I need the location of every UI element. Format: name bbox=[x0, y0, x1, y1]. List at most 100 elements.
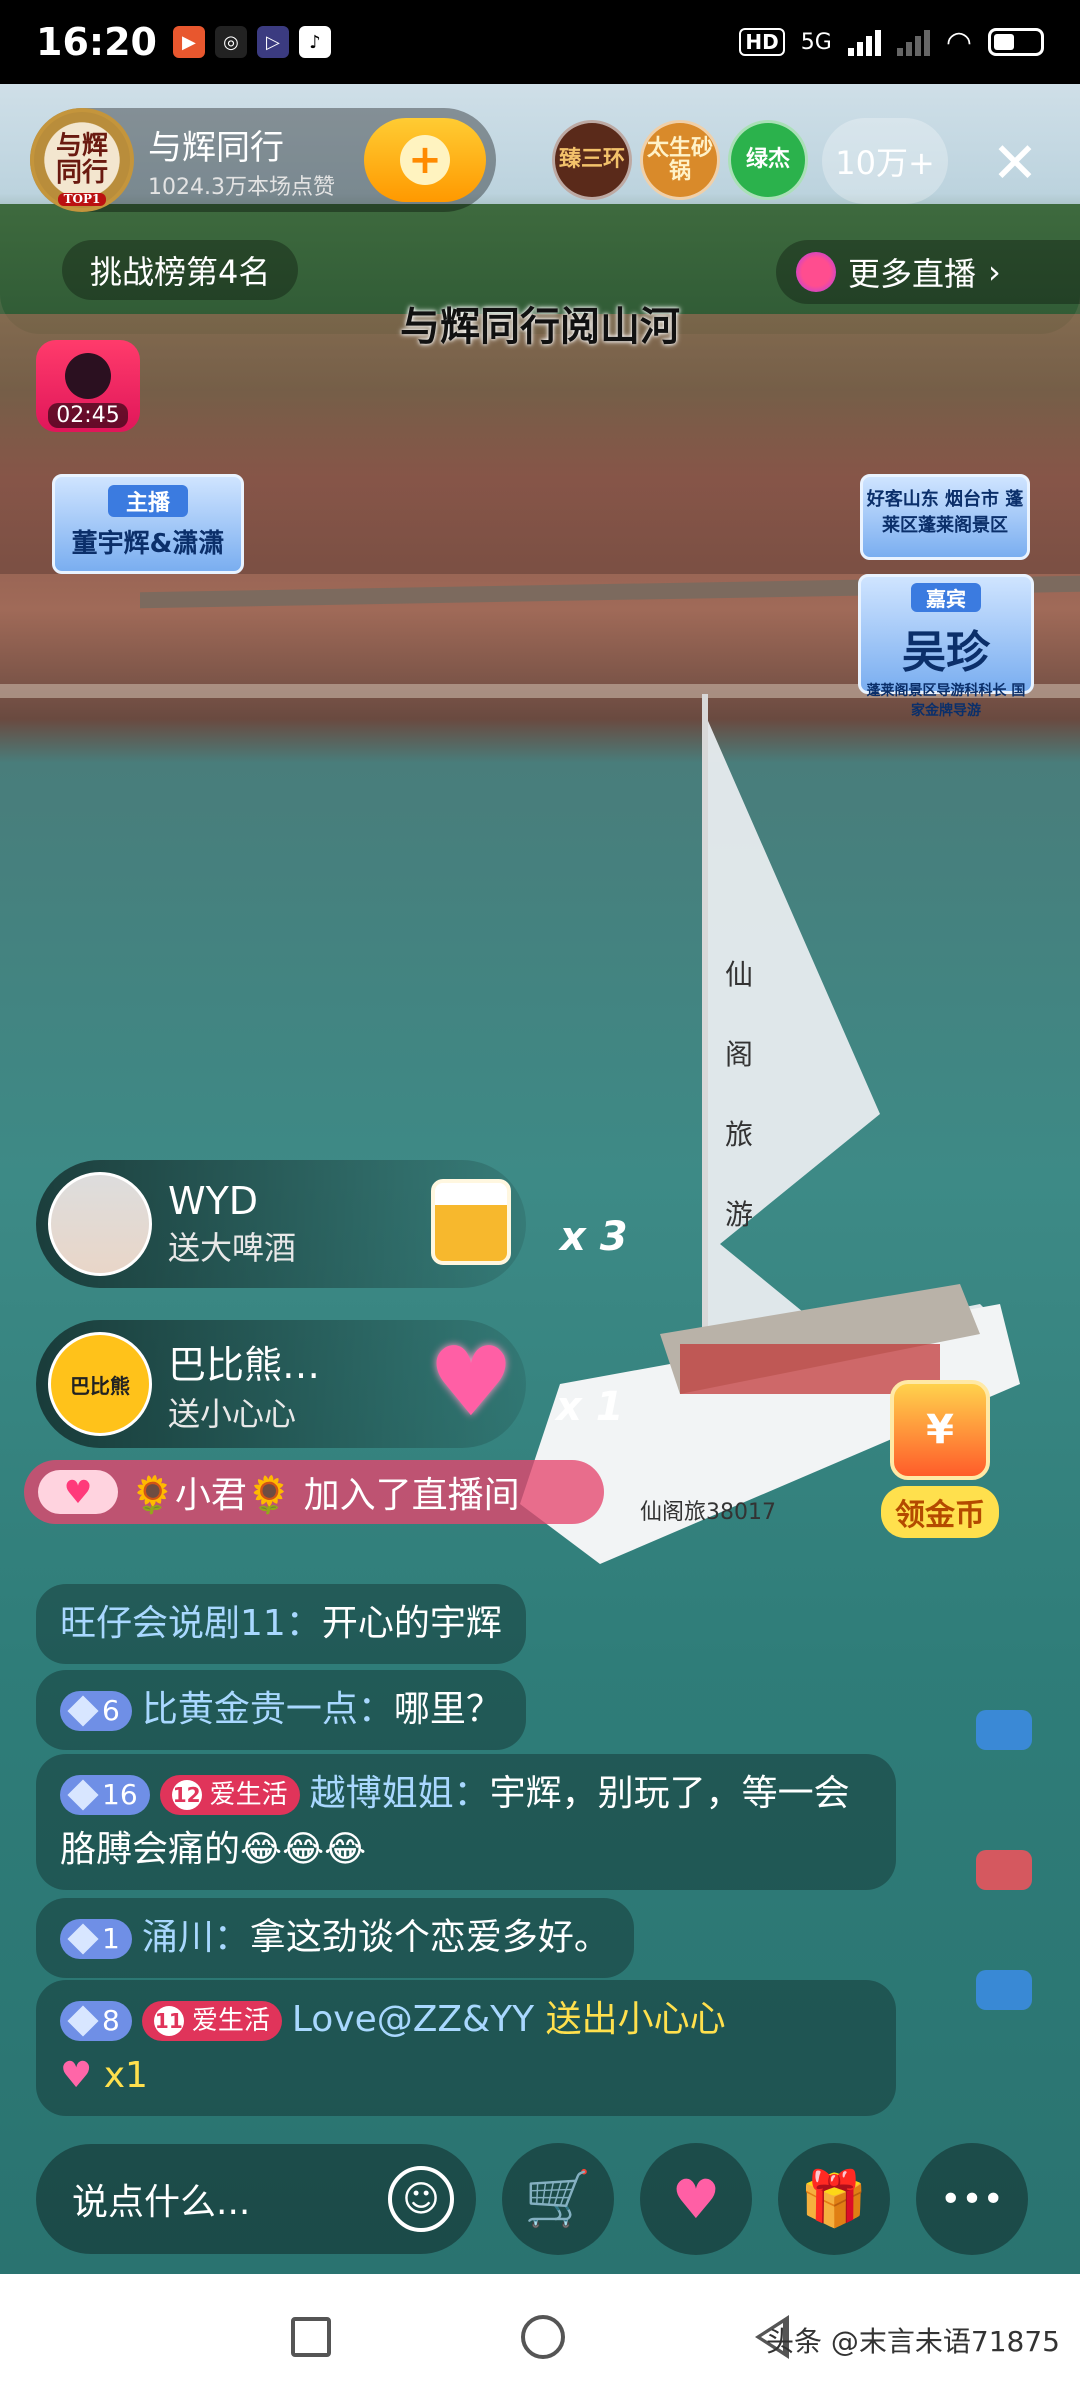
boat-id-text: 仙阁旅38017 bbox=[640, 1500, 776, 1525]
fan-level: 12 bbox=[171, 1780, 202, 1810]
follow-button[interactable]: + bbox=[364, 118, 486, 202]
viewer-count-button[interactable]: 10万+ bbox=[822, 118, 948, 204]
user-level: 1 bbox=[102, 1922, 120, 1956]
diamond-icon bbox=[67, 1695, 99, 1727]
diamond-icon bbox=[67, 1779, 99, 1811]
gift-user-avatar[interactable]: 巴比熊 bbox=[48, 1332, 152, 1436]
status-bar: 16:20 ▶ ◎ ▷ ♪ HD 5G ◠ bbox=[0, 0, 1080, 84]
user-level-badge: 1 bbox=[60, 1919, 132, 1959]
host-text: 与辉同行 1024.3万本场点赞 bbox=[148, 120, 335, 201]
heart-icon: ♥ bbox=[427, 1326, 515, 1438]
chat-text: 拿这劲谈个恋爱多好。 bbox=[249, 1917, 610, 1958]
join-user: 🌻小君🌻 bbox=[130, 1475, 292, 1516]
heart-icon: ♥ bbox=[38, 1470, 118, 1514]
like-heart-icon[interactable]: ♥ bbox=[640, 2143, 752, 2255]
watermark: 头条 @末言未语71875 bbox=[766, 2325, 1060, 2358]
gift-user: WYD bbox=[168, 1179, 259, 1223]
bottom-action-bar: 说点什么... ☺ 🛒 ♥ 🎁 ••• bbox=[0, 2124, 1080, 2274]
collect-coins-button[interactable]: ¥ 领金币 bbox=[880, 1380, 1000, 1550]
chevron-right-icon: › bbox=[988, 253, 1001, 291]
chat-text: 哪里？ bbox=[393, 1689, 502, 1730]
join-notice: ♥ 🌻小君🌻 加入了直播间 bbox=[24, 1460, 604, 1524]
chat-username: 越博姐姐： bbox=[309, 1773, 490, 1814]
timer-avatar bbox=[65, 353, 111, 399]
fan-name: 爱生活 bbox=[191, 2005, 270, 2036]
gift-combo-count: x 3 bbox=[560, 1214, 628, 1260]
top-viewer-avatar[interactable]: 臻三环 bbox=[552, 120, 632, 200]
timer-text: 02:45 bbox=[48, 403, 128, 428]
comment-placeholder: 说点什么... bbox=[72, 2182, 251, 2223]
chat-username: 涌川： bbox=[141, 1917, 250, 1958]
gift-text: 巴比熊… 送小心心 bbox=[168, 1334, 320, 1435]
status-time: 16:20 bbox=[36, 20, 157, 64]
guest-sign-name: 吴珍 bbox=[902, 627, 990, 678]
wifi-icon: ◠ bbox=[945, 24, 972, 60]
planet-icon bbox=[796, 252, 836, 292]
join-text: 加入了直播间 bbox=[303, 1475, 520, 1516]
status-right-icons: HD 5G ◠ bbox=[739, 25, 1044, 60]
fan-name: 爱生活 bbox=[209, 1779, 288, 1810]
countdown-timer[interactable]: 02:45 bbox=[36, 340, 140, 432]
guest-sign: 嘉宾 吴珍 蓬莱阁景区导游科科长 国家金牌导游 bbox=[858, 574, 1034, 719]
host-name-sign: 主播 董宇辉&潇潇 bbox=[52, 474, 244, 574]
host-avatar[interactable]: 与辉同行 TOP1 bbox=[30, 108, 134, 212]
top-viewer-avatar[interactable]: 绿杰 bbox=[728, 120, 808, 200]
notification-app-icon: ◎ bbox=[214, 26, 247, 58]
gift-user-avatar[interactable] bbox=[48, 1172, 152, 1276]
top-viewer-avatar[interactable]: 太生砂锅 bbox=[640, 120, 720, 200]
network-type-label: 5G bbox=[800, 29, 832, 55]
location-sign: 好客山东 烟台市 蓬莱区蓬莱阁景区 bbox=[860, 474, 1030, 560]
chat-message[interactable]: 6 比黄金贵一点：哪里？ bbox=[36, 1670, 526, 1750]
side-gift-icon[interactable] bbox=[976, 1850, 1032, 1890]
chat-message[interactable]: 16 12 爱生活 越博姐姐：宇辉，别玩了，等一会胳膊会痛的😂😂😂 bbox=[36, 1754, 896, 1890]
close-icon[interactable]: ✕ bbox=[980, 128, 1050, 198]
user-level-badge: 6 bbox=[60, 1691, 132, 1731]
live-stream-screen: 16:20 ▶ ◎ ▷ ♪ HD 5G ◠ 与辉同行阅山河 主播 董宇辉&潇潇 … bbox=[0, 0, 1080, 2400]
gift-notification: 巴比熊 巴比熊… 送小心心 ♥ bbox=[36, 1320, 526, 1448]
chat-gift-text: 送出小心心 bbox=[545, 1999, 726, 2040]
more-live-label: 更多直播 bbox=[848, 255, 977, 293]
user-level-badge: 16 bbox=[60, 1775, 150, 1815]
more-options-icon[interactable]: ••• bbox=[916, 2143, 1028, 2255]
recent-apps-icon[interactable] bbox=[291, 2317, 331, 2357]
host-avatar-text: 与辉同行 bbox=[55, 130, 108, 188]
chat-message[interactable]: 1 涌川：拿这劲谈个恋爱多好。 bbox=[36, 1898, 634, 1978]
challenge-rank-badge[interactable]: 挑战榜第4名 bbox=[62, 240, 299, 300]
signal-icon bbox=[847, 28, 881, 56]
chat-username: 旺仔会说剧11： bbox=[60, 1603, 322, 1644]
coin-chest-icon: ¥ bbox=[890, 1380, 990, 1480]
more-live-button[interactable]: 更多直播 › bbox=[776, 240, 1080, 304]
chat-gift-count: x1 bbox=[103, 2054, 148, 2096]
home-icon[interactable] bbox=[521, 2315, 565, 2359]
gift-user: 巴比熊… bbox=[168, 1342, 321, 1387]
fan-club-badge: 11 爱生活 bbox=[141, 2001, 282, 2041]
user-level: 8 bbox=[102, 2004, 120, 2038]
chat-message[interactable]: 旺仔会说剧11：开心的宇辉 bbox=[36, 1584, 526, 1664]
chat-message[interactable]: 8 11 爱生活 Love@ZZ&YY 送出小心心 ♥ x1 bbox=[36, 1980, 896, 2116]
gift-notification: WYD 送大啤酒 bbox=[36, 1160, 526, 1288]
fan-level: 11 bbox=[153, 2006, 184, 2036]
diamond-icon bbox=[67, 1923, 99, 1955]
comment-input[interactable]: 说点什么... ☺ bbox=[36, 2144, 476, 2254]
emoji-icon[interactable]: ☺ bbox=[388, 2166, 454, 2232]
video-title-overlay: 与辉同行阅山河 bbox=[400, 303, 680, 350]
signal-secondary-icon bbox=[896, 28, 930, 56]
user-level-badge: 8 bbox=[60, 2001, 132, 2041]
guest-sign-tag: 嘉宾 bbox=[911, 583, 981, 612]
heart-icon: ♥ bbox=[60, 2054, 93, 2096]
hd-badge-icon: HD bbox=[739, 28, 785, 56]
host-info-card[interactable]: 与辉同行 TOP1 与辉同行 1024.3万本场点赞 + bbox=[30, 108, 496, 212]
notification-app-icon: ♪ bbox=[298, 26, 331, 58]
notification-app-icon: ▷ bbox=[256, 26, 289, 58]
side-gift-icon[interactable] bbox=[976, 1970, 1032, 2010]
side-gift-icon[interactable] bbox=[976, 1710, 1032, 1750]
host-sign-text: 董宇辉&潇潇 bbox=[71, 529, 225, 559]
host-likes: 1024.3万本场点赞 bbox=[148, 174, 335, 200]
host-rank-badge: TOP1 bbox=[57, 193, 107, 206]
gift-text: WYD 送大啤酒 bbox=[168, 1179, 296, 1269]
host-sign-tag: 主播 bbox=[108, 485, 188, 517]
shopping-cart-icon[interactable]: 🛒 bbox=[502, 2143, 614, 2255]
gift-desc: 送大啤酒 bbox=[168, 1229, 297, 1267]
gift-box-icon[interactable]: 🎁 bbox=[778, 2143, 890, 2255]
chat-username: 比黄金贵一点： bbox=[141, 1689, 394, 1730]
